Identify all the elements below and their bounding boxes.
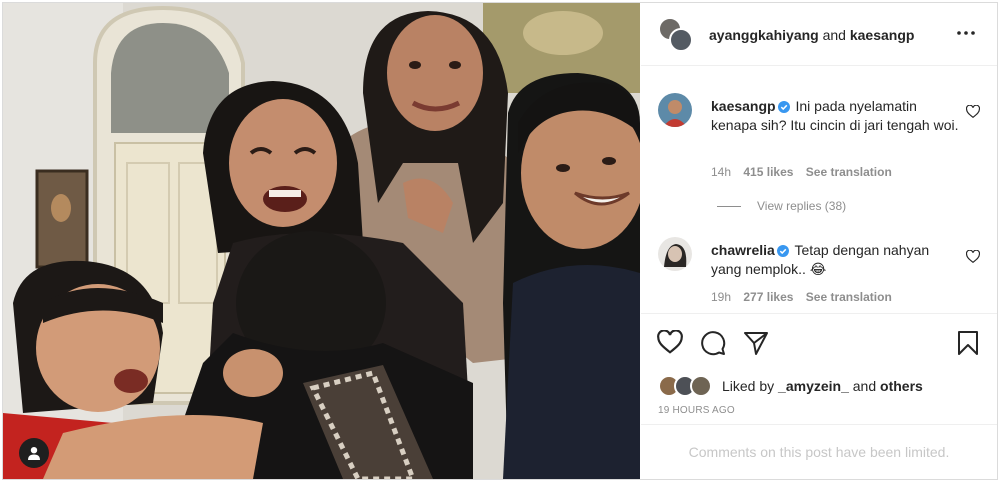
post-header: ayanggkahiyang and kaesangp <box>641 3 997 66</box>
liked-by: Liked by _amyzein_ and others <box>658 373 923 399</box>
comment-meta: 19h 277 likes See translation <box>711 290 901 304</box>
verified-badge-icon <box>777 101 790 113</box>
bookmark-icon <box>958 331 978 355</box>
send-icon <box>744 332 768 355</box>
comment-body: chawrelia Tetap dengan nahyan yang nempl… <box>711 241 961 279</box>
save-button[interactable] <box>957 330 985 358</box>
view-replies-link[interactable]: View replies (38) <box>717 199 846 213</box>
commenter-avatar[interactable] <box>658 93 692 127</box>
liked-by-prefix: Liked by <box>722 378 775 394</box>
comment-time[interactable]: 14h <box>711 165 731 179</box>
verified-badge-icon <box>776 245 789 257</box>
post-side-panel: ayanggkahiyang and kaesangp kaesangp Ini… <box>641 3 997 479</box>
heart-icon <box>657 329 683 354</box>
comment-body: kaesangp Ini pada nyelamatin kenapa sih?… <box>711 97 961 135</box>
author-conjunction: and <box>822 27 846 43</box>
collab-avatars[interactable] <box>658 17 694 53</box>
tagged-users-button[interactable] <box>19 438 49 468</box>
commenter-avatar[interactable] <box>658 237 692 271</box>
view-replies-label: View replies (38) <box>757 199 847 213</box>
post-actions: Liked by _amyzein_ and others 19 HOURS A… <box>641 313 997 423</box>
post-photo[interactable] <box>3 3 640 479</box>
comment-likes[interactable]: 415 likes <box>743 165 793 179</box>
avatar-kaesangp[interactable] <box>669 28 693 52</box>
see-translation-link[interactable]: See translation <box>806 290 892 304</box>
author-link-2[interactable]: kaesangp <box>850 27 915 43</box>
comment-username[interactable]: kaesangp <box>711 98 776 114</box>
comment-like-button[interactable] <box>965 104 982 121</box>
liked-by-others[interactable]: others <box>880 378 923 394</box>
replies-divider <box>717 205 741 207</box>
post-timestamp[interactable]: 19 HOURS AGO <box>658 405 735 416</box>
comment-time[interactable]: 19h <box>711 290 731 304</box>
more-horizontal-icon <box>957 31 975 35</box>
post-authors: ayanggkahiyang and kaesangp <box>709 27 914 43</box>
share-button[interactable] <box>743 330 771 358</box>
comment-meta: 14h 415 likes See translation <box>711 165 901 179</box>
liker-avatar <box>690 375 712 397</box>
heart-icon <box>965 249 981 264</box>
avatar-image <box>658 237 692 271</box>
user-icon <box>28 447 40 460</box>
comment-icon <box>701 331 726 356</box>
more-options-button[interactable] <box>954 21 978 45</box>
comment-button[interactable] <box>700 330 728 358</box>
comments-limited-notice: Comments on this post have been limited. <box>641 424 997 479</box>
comment-username[interactable]: chawrelia <box>711 242 775 258</box>
see-translation-link[interactable]: See translation <box>806 165 892 179</box>
like-button[interactable] <box>657 329 685 358</box>
heart-icon <box>965 104 981 119</box>
author-link-1[interactable]: ayanggkahiyang <box>709 27 819 43</box>
liked-by-avatars[interactable] <box>658 375 716 397</box>
liked-by-user[interactable]: _amyzein_ <box>778 378 849 394</box>
comment-likes[interactable]: 277 likes <box>743 290 793 304</box>
comment-like-button[interactable] <box>965 249 982 266</box>
avatar-image <box>658 93 692 127</box>
group-selfie-image <box>3 3 640 479</box>
liked-by-conj: and <box>852 378 877 394</box>
